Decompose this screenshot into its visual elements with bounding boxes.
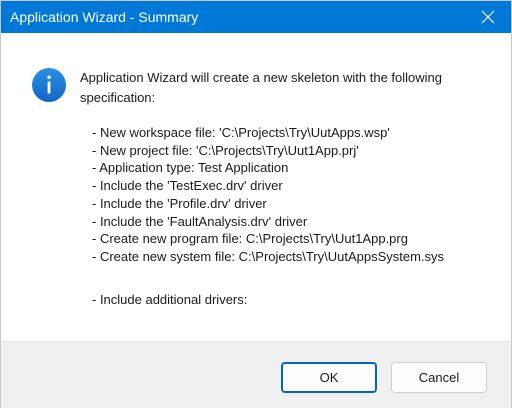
spec-item-testexec-driver: - Include the 'TestExec.drv' driver <box>92 178 283 194</box>
title-bar[interactable]: Application Wizard - Summary <box>1 1 511 33</box>
dialog-content: Application Wizard will create a new ske… <box>1 33 511 341</box>
spec-item-faultanalysis-driver: - Include the 'FaultAnalysis.drv' driver <box>92 213 308 229</box>
spec-item-program-file: - Create new program file: C:\Projects\T… <box>92 231 408 247</box>
additional-drivers-label: - Include additional drivers: <box>92 292 248 307</box>
spec-item-workspace: - New workspace file: 'C:\Projects\Try\U… <box>92 125 390 140</box>
cancel-button[interactable]: Cancel <box>391 362 487 393</box>
wizard-summary-dialog: Application Wizard - Summary Application… <box>0 0 512 408</box>
spec-item-profile-driver: - Include the 'Profile.drv' driver <box>92 195 267 211</box>
close-button[interactable] <box>465 1 511 33</box>
close-icon <box>481 10 495 24</box>
window-title: Application Wizard - Summary <box>10 9 199 25</box>
ok-button[interactable]: OK <box>281 362 377 393</box>
button-bar: OK Cancel <box>1 341 511 408</box>
specification-list: - New workspace file: 'C:\Projects\Try\U… <box>92 124 502 266</box>
spec-item-system-file: - Create new system file: C:\Projects\Tr… <box>92 248 445 264</box>
intro-message: Application Wizard will create a new ske… <box>80 70 443 105</box>
spec-item-app-type: - Application type: Test Application <box>92 160 289 176</box>
info-icon <box>32 68 66 102</box>
spec-item-project: - New project file: 'C:\Projects\Try\Uut… <box>92 142 359 158</box>
